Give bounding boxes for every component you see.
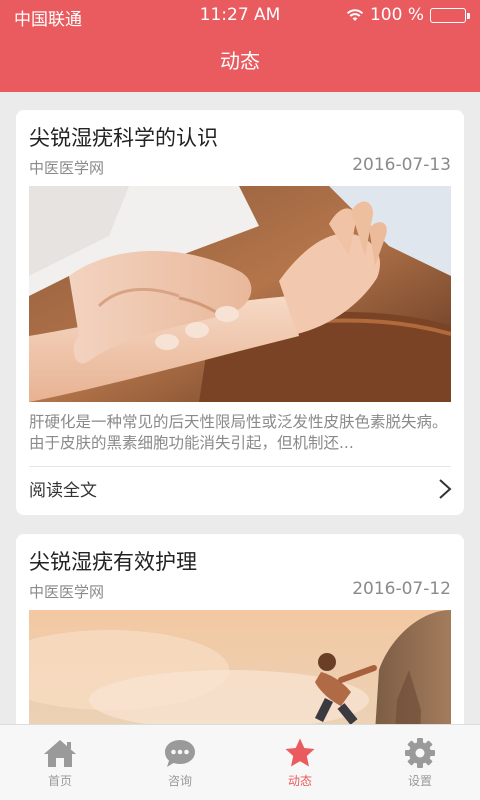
article-card[interactable]: 尖锐湿疣有效护理 中医医学网 2016-07-12 — [16, 534, 464, 724]
battery-icon — [430, 7, 470, 23]
article-card[interactable]: 尖锐湿疣科学的认识 中医医学网 2016-07-13 肝硬化是一种常见的后天性限… — [16, 110, 464, 515]
nav-bar: 动态 — [0, 32, 480, 92]
tab-news[interactable]: 动态 — [240, 725, 360, 800]
chat-icon — [165, 740, 195, 767]
divider — [29, 466, 451, 467]
star-icon — [285, 738, 315, 767]
tab-bar: 首页 咨询 动态 设置 — [0, 724, 480, 800]
status-bar: 中国联通 11:27 AM 100 % — [0, 0, 480, 32]
status-right: 100 % — [346, 5, 470, 25]
article-summary: 肝硬化是一种常见的后天性限局性或泛发性皮肤色素脱失病。由于皮肤的黑素细胞功能消失… — [29, 413, 448, 452]
home-icon — [44, 740, 76, 767]
article-source: 中医医学网 — [29, 159, 105, 177]
tab-label: 咨询 — [167, 774, 192, 788]
read-more-link[interactable]: 阅读全文 — [29, 476, 97, 501]
rock-climber-photo[interactable] — [29, 610, 451, 724]
article-date: 2016-07-13 — [352, 155, 451, 175]
battery-percent: 100 % — [369, 5, 424, 25]
article-title[interactable]: 尖锐湿疣科学的认识 — [29, 122, 218, 152]
tab-consult[interactable]: 咨询 — [120, 725, 240, 800]
gear-icon — [405, 738, 435, 768]
tab-home[interactable]: 首页 — [0, 725, 120, 800]
page-title: 动态 — [220, 49, 260, 73]
article-feed[interactable]: 尖锐湿疣科学的认识 中医医学网 2016-07-13 肝硬化是一种常见的后天性限… — [0, 92, 480, 724]
tab-label: 首页 — [47, 774, 72, 788]
pulse-diagnosis-photo[interactable] — [29, 186, 451, 402]
chevron-right-icon[interactable] — [438, 478, 452, 500]
article-title[interactable]: 尖锐湿疣有效护理 — [29, 546, 197, 576]
wifi-icon — [346, 9, 364, 21]
article-date: 2016-07-12 — [352, 579, 451, 599]
article-source: 中医医学网 — [29, 583, 105, 601]
tab-label: 动态 — [287, 774, 312, 788]
tab-settings[interactable]: 设置 — [360, 725, 480, 800]
tab-label: 设置 — [407, 774, 432, 788]
